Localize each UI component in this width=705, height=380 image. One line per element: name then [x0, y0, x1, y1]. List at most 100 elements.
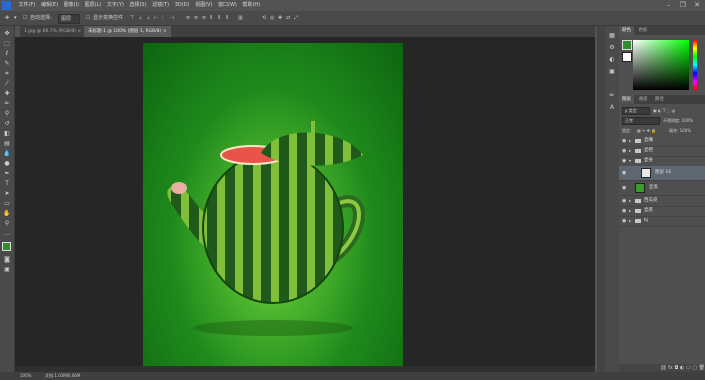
align-left-icon[interactable]: ⊢ [154, 11, 158, 25]
distribute-center-icon[interactable]: ⦀ [218, 11, 220, 25]
move-tool-icon[interactable]: ✥ [3, 30, 11, 37]
delete-layer-icon[interactable]: 🗑 [699, 365, 705, 371]
hue-slider[interactable] [693, 40, 697, 90]
history-brush-tool-icon[interactable]: ↺ [3, 120, 11, 127]
visibility-eye-icon[interactable]: ◉ [622, 146, 626, 156]
layer-row[interactable]: ◉ 壶盖 [619, 181, 705, 196]
distribute-left-icon[interactable]: ⦀ [210, 11, 212, 25]
path-selection-tool-icon[interactable]: ➤ [3, 190, 11, 197]
minimize-button[interactable]: – [663, 0, 675, 11]
layer-row[interactable]: ◉ ▸ bj [619, 216, 705, 227]
lock-icons[interactable]: ▦ ✏ ✥ 🔒 [637, 128, 656, 133]
visibility-eye-icon[interactable]: ◉ [622, 136, 626, 146]
type-tool-icon[interactable]: T [3, 180, 11, 187]
visibility-eye-icon[interactable]: ◉ [622, 183, 626, 193]
menu-type[interactable]: 文字(Y) [107, 0, 124, 11]
rectangle-tool-icon[interactable]: ▭ [3, 200, 11, 207]
character-panel-icon[interactable]: A [608, 104, 616, 111]
tab-paths[interactable]: 路径 [652, 95, 667, 104]
clone-stamp-tool-icon[interactable]: ⚲ [3, 110, 11, 117]
align-right-icon[interactable]: ⊣ [170, 11, 174, 25]
lasso-tool-icon[interactable]: ℓ [3, 50, 11, 57]
expand-arrow-icon[interactable]: ▸ [629, 216, 631, 226]
align-bottom-icon[interactable]: ⊥ [146, 11, 150, 25]
dodge-tool-icon[interactable]: ● [3, 160, 11, 167]
expand-arrow-icon[interactable]: ▸ [629, 136, 631, 146]
restore-button[interactable]: ❐ [677, 0, 689, 11]
menu-window[interactable]: 窗口(W) [218, 0, 237, 11]
align-middle-icon[interactable]: ⊥ [138, 11, 142, 25]
distribute-top-icon[interactable]: ≡ [186, 11, 190, 25]
foreground-color-swatch[interactable] [2, 242, 11, 251]
visibility-eye-icon[interactable]: ◉ [622, 206, 626, 216]
quick-mask-icon[interactable]: ◙ [3, 256, 11, 263]
menu-file[interactable]: 文件(F) [19, 0, 36, 11]
tab-channels[interactable]: 通道 [635, 95, 650, 104]
3d-slide-icon[interactable]: ⇄ [286, 11, 290, 25]
distribute-right-icon[interactable]: ⦀ [226, 11, 228, 25]
zoom-tool-icon[interactable]: ⚲ [3, 220, 11, 227]
menu-help[interactable]: 帮助(H) [242, 0, 260, 11]
blur-tool-icon[interactable]: 💧 [3, 150, 11, 157]
pen-tool-icon[interactable]: ✒ [3, 170, 11, 177]
marquee-tool-icon[interactable]: ⬚ [3, 40, 11, 47]
layer-row-selected[interactable]: ◉ 图层 16 [619, 166, 705, 181]
expand-arrow-icon[interactable]: ▸ [629, 206, 631, 216]
distribute-bottom-icon[interactable]: ≡ [202, 11, 206, 25]
more-tools-icon[interactable]: … [3, 230, 11, 237]
3d-scale-icon[interactable]: ⤢ [294, 11, 298, 25]
eraser-tool-icon[interactable]: ◧ [3, 130, 11, 137]
menu-layer[interactable]: 图层(L) [85, 0, 102, 11]
brush-panel-icon[interactable]: ✏ [608, 92, 616, 99]
expand-arrow-icon[interactable]: ▸ [629, 146, 631, 156]
align-center-icon[interactable]: ⫶ [162, 11, 163, 25]
3d-orbit-icon[interactable]: ◎ [270, 11, 274, 25]
vertical-scrollbar[interactable] [597, 26, 605, 372]
tab-document-2[interactable]: 未标题-1 @ 100% (图层 1, RGB/8) × [84, 26, 171, 37]
show-transform-checkbox[interactable]: ☐ [86, 11, 90, 25]
panel-background-swatch[interactable] [622, 52, 632, 62]
eyedropper-tool-icon[interactable]: ⁄ [3, 80, 11, 87]
healing-brush-tool-icon[interactable]: ✚ [3, 90, 11, 97]
adjustments-panel-icon[interactable]: ◐ [608, 56, 616, 63]
collapse-arrow-icon[interactable]: ▾ [629, 156, 631, 166]
auto-select-checkbox[interactable]: ☐ [23, 11, 27, 25]
menu-3d[interactable]: 3D(D) [175, 0, 190, 11]
align-top-icon[interactable]: ⊤ [130, 11, 134, 25]
3d-mode-icon[interactable]: ⟲ [262, 11, 266, 25]
move-tool-icon[interactable]: ✥ [5, 11, 9, 25]
styles-panel-icon[interactable]: ▣ [608, 68, 616, 75]
brush-tool-icon[interactable]: ✏ [3, 100, 11, 107]
link-layers-icon[interactable]: ⛓ [660, 365, 668, 371]
3d-pan-icon[interactable]: ✥ [278, 11, 282, 25]
document-canvas[interactable] [143, 43, 403, 375]
history-panel-icon[interactable]: ▦ [608, 32, 616, 39]
blend-mode-dropdown[interactable]: 正常 [622, 117, 660, 125]
tab-document-1[interactable]: 1.jpg @ 66.7% (RGB/8) × [20, 26, 85, 37]
visibility-eye-icon[interactable]: ◉ [622, 196, 626, 206]
color-picker-field[interactable] [633, 40, 689, 90]
panel-foreground-swatch[interactable] [622, 40, 632, 50]
tab-layers[interactable]: 图层 [619, 95, 634, 104]
visibility-eye-icon[interactable]: ◉ [622, 216, 626, 226]
filter-icons[interactable]: ▣ ◐ T ⬚ ▤ [653, 108, 675, 113]
tab-swatches[interactable]: 色板 [635, 26, 650, 35]
menu-filter[interactable]: 滤镜(T) [152, 0, 169, 11]
crop-tool-icon[interactable]: ⌗ [3, 70, 11, 77]
menu-image[interactable]: 图像(I) [64, 0, 79, 11]
menu-edit[interactable]: 编辑(E) [41, 0, 58, 11]
menu-select[interactable]: 选择(S) [129, 0, 146, 11]
gradient-tool-icon[interactable]: ▤ [3, 140, 11, 147]
hand-tool-icon[interactable]: ✋ [3, 210, 11, 217]
opacity-field[interactable]: 不透明度: 100% [663, 118, 693, 124]
menu-view[interactable]: 视图(V) [195, 0, 212, 11]
fill-field[interactable]: 填充: 100% [669, 128, 691, 134]
tab-color[interactable]: 颜色 [619, 26, 634, 35]
expand-arrow-icon[interactable]: ▸ [629, 196, 631, 206]
tool-preset-dropdown-icon[interactable]: ▾ [14, 11, 17, 25]
screen-mode-icon[interactable]: ▣ [3, 266, 11, 273]
close-button[interactable]: ✕ [691, 0, 703, 11]
visibility-eye-icon[interactable]: ◉ [622, 156, 626, 166]
visibility-eye-icon[interactable]: ◉ [622, 168, 626, 178]
layer-filter-dropdown[interactable]: ρ 类型 [622, 107, 650, 115]
